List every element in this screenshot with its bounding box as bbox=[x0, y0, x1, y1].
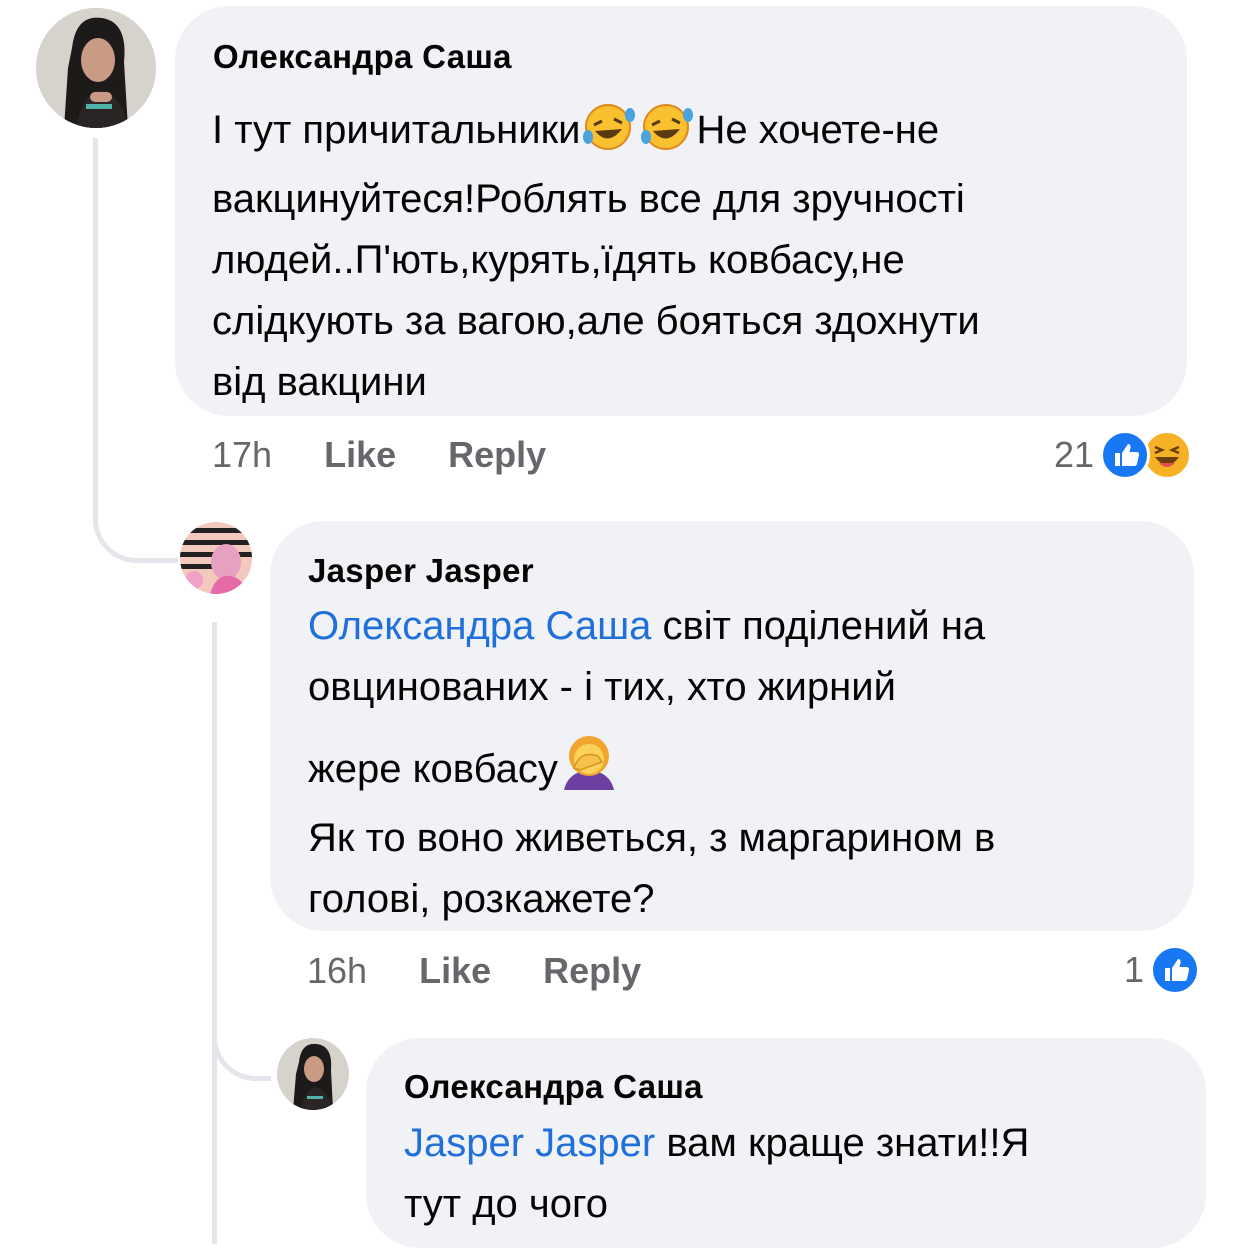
comment-line: вакцинуйтеся!Роблять все для зручності bbox=[212, 177, 965, 221]
comment-bubble: Jasper Jasper Олександра Саша світ поділ… bbox=[270, 521, 1194, 931]
like-button[interactable]: Like bbox=[419, 950, 491, 992]
like-icon bbox=[1100, 430, 1151, 480]
comment-line: Олександра Саша світ поділений на bbox=[308, 604, 986, 648]
thread-curve-reply-2 bbox=[212, 1020, 271, 1081]
comment-text: І тут причитальники Не хочете-не вакцину… bbox=[212, 100, 1172, 413]
reply-button[interactable]: Reply bbox=[543, 950, 641, 992]
thread-line-reply bbox=[212, 622, 217, 1244]
thread-line-main bbox=[93, 138, 98, 508]
like-icon bbox=[1150, 945, 1201, 995]
facepalm-emoji-icon bbox=[558, 732, 620, 808]
comment-line: Як то воно живеться, з маргарином в bbox=[308, 816, 996, 860]
user-photo-icon bbox=[36, 8, 156, 128]
avatar[interactable] bbox=[36, 8, 156, 128]
comment-line: голові, розкажете? bbox=[308, 877, 655, 921]
reply-button[interactable]: Reply bbox=[448, 434, 546, 476]
comment-timestamp[interactable]: 17h bbox=[212, 434, 272, 476]
comment-author[interactable]: Олександра Саша bbox=[404, 1068, 703, 1106]
user-photo-icon bbox=[180, 522, 252, 594]
rolling-laughing-emoji-icon bbox=[638, 101, 696, 169]
comment-meta: 16h Like Reply bbox=[307, 948, 641, 994]
comment-line: Jasper Jasper вам краще знати!!Я bbox=[404, 1121, 1030, 1165]
comment-line: жере ковбасу bbox=[308, 732, 1188, 808]
rolling-laughing-emoji-icon bbox=[580, 101, 638, 169]
comment-author[interactable]: Олександра Саша bbox=[213, 38, 512, 76]
comment-author[interactable]: Jasper Jasper bbox=[308, 552, 534, 590]
comment-line: овцинованих - і тих, хто жирний bbox=[308, 665, 896, 709]
comment-text: Олександра Саша світ поділений на овцино… bbox=[308, 596, 1188, 930]
reaction-summary[interactable]: 21 bbox=[1054, 428, 1193, 482]
avatar[interactable] bbox=[277, 1038, 349, 1110]
comment-bubble: Олександра Саша Jasper Jasper вам краще … bbox=[366, 1038, 1206, 1248]
comment-line: тут до чого bbox=[404, 1182, 608, 1226]
comment-line: слідкують за вагою,але бояться здохнути bbox=[212, 299, 980, 343]
user-photo-icon bbox=[277, 1038, 349, 1110]
reaction-count: 1 bbox=[1124, 949, 1145, 990]
reaction-count: 21 bbox=[1054, 434, 1095, 475]
mention-link[interactable]: Jasper Jasper bbox=[404, 1121, 655, 1165]
comment-line: І тут причитальники Не хочете-не bbox=[212, 100, 1172, 169]
thread-curve-reply-1 bbox=[93, 500, 178, 563]
avatar[interactable] bbox=[180, 522, 252, 594]
comment-bubble: Олександра Саша І тут причитальники Не х… bbox=[175, 6, 1187, 416]
comment-text: Jasper Jasper вам краще знати!!Я тут до … bbox=[404, 1113, 1194, 1235]
like-button[interactable]: Like bbox=[324, 434, 396, 476]
mention-link[interactable]: Олександра Саша bbox=[308, 604, 651, 648]
comment-timestamp[interactable]: 16h bbox=[307, 950, 367, 992]
comment-meta: 17h Like Reply bbox=[212, 432, 546, 478]
reaction-summary[interactable]: 1 bbox=[1124, 943, 1201, 997]
comment-line: людей..П'ють,курять,їдять ковбасу,не bbox=[212, 238, 905, 282]
comment-line: від вакцини bbox=[212, 360, 427, 404]
